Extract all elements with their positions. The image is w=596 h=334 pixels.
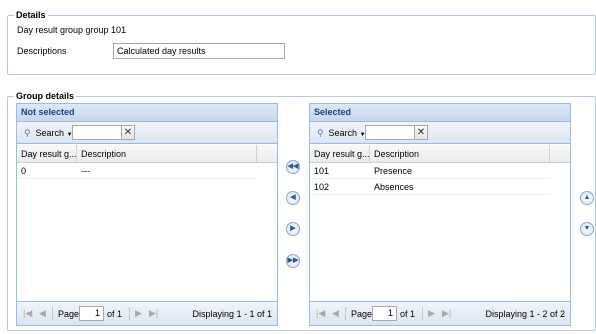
selected-search-input[interactable] bbox=[365, 125, 415, 140]
previous-page-icon[interactable]: ◀ bbox=[39, 307, 46, 319]
table-row[interactable]: 101 Presence bbox=[310, 163, 550, 179]
row-description: Presence bbox=[374, 166, 413, 176]
not-selected-search-input[interactable] bbox=[72, 125, 122, 140]
move-down-button[interactable]: ▼ bbox=[580, 222, 594, 236]
previous-page-icon[interactable]: ◀ bbox=[332, 307, 339, 319]
selected-toolbar: ⚲ Search ▼ ✕ bbox=[310, 122, 570, 144]
not-selected-clear-button[interactable]: ✕ bbox=[121, 125, 135, 140]
not-selected-pager: |◀ ◀ Page 1 of 1 ▶ ▶| Displaying 1 - 1 o… bbox=[17, 301, 277, 325]
move-left-button[interactable]: ◀ bbox=[286, 191, 300, 205]
right-arrow-icon: ▶ bbox=[290, 225, 296, 232]
move-up-button[interactable]: ▲ bbox=[580, 191, 594, 205]
row-code: 101 bbox=[314, 166, 330, 176]
last-page-icon[interactable]: ▶| bbox=[442, 307, 451, 319]
column-header-description[interactable]: Description bbox=[370, 145, 550, 163]
selected-grid-header: Day result g... Description bbox=[310, 145, 570, 163]
page-number-input[interactable]: 1 bbox=[79, 306, 104, 321]
page-number-input[interactable]: 1 bbox=[372, 306, 397, 321]
left-arrow-icon: ◀ bbox=[290, 194, 296, 201]
move-all-right-button[interactable]: ▶▶ bbox=[286, 254, 300, 268]
move-all-left-button[interactable]: ◀◀ bbox=[286, 160, 300, 174]
page-label: Page bbox=[58, 309, 80, 319]
not-selected-panel: Not selected ⚲ Search ▼ ✕ Day result g..… bbox=[16, 103, 278, 326]
paging-display-text: Displaying 1 - 1 of 1 bbox=[192, 309, 272, 319]
page-count: of 1 bbox=[107, 309, 123, 319]
selected-clear-button[interactable]: ✕ bbox=[414, 125, 428, 140]
first-page-icon[interactable]: |◀ bbox=[23, 307, 32, 319]
pager-separator bbox=[129, 307, 130, 320]
row-description: Absences bbox=[374, 182, 414, 192]
close-icon: ✕ bbox=[416, 127, 426, 138]
selected-panel: Selected ⚲ Search ▼ ✕ Day result g... De… bbox=[309, 103, 571, 326]
row-description: --- bbox=[81, 166, 90, 176]
group-name-text: Day result group group 101 bbox=[17, 25, 127, 35]
first-page-icon[interactable]: |◀ bbox=[316, 307, 325, 319]
page-count: of 1 bbox=[400, 309, 416, 319]
search-button-label: Search bbox=[328, 128, 358, 138]
selected-pager: |◀ ◀ Page 1 of 1 ▶ ▶| Displaying 1 - 2 o… bbox=[310, 301, 570, 325]
details-fieldset: Details bbox=[7, 10, 596, 75]
next-page-icon[interactable]: ▶ bbox=[135, 307, 142, 319]
paging-display-text: Displaying 1 - 2 of 2 bbox=[485, 309, 565, 319]
selected-search-button[interactable]: ⚲ Search ▼ bbox=[315, 126, 368, 140]
group-details-legend: Group details bbox=[14, 91, 77, 102]
table-row[interactable]: 0 --- bbox=[17, 163, 257, 179]
descriptions-label: Descriptions bbox=[17, 46, 67, 56]
selected-title: Selected bbox=[310, 104, 570, 122]
double-right-arrow-icon: ▶▶ bbox=[287, 257, 299, 264]
page-label: Page bbox=[351, 309, 373, 319]
close-icon: ✕ bbox=[123, 127, 133, 138]
pager-separator bbox=[422, 307, 423, 320]
move-right-button[interactable]: ▶ bbox=[286, 222, 300, 236]
not-selected-search-button[interactable]: ⚲ Search ▼ bbox=[22, 126, 75, 140]
search-icon: ⚲ bbox=[317, 128, 324, 138]
next-page-icon[interactable]: ▶ bbox=[428, 307, 435, 319]
search-icon: ⚲ bbox=[24, 128, 31, 138]
up-arrow-icon: ▲ bbox=[583, 194, 591, 201]
double-left-arrow-icon: ◀◀ bbox=[287, 163, 299, 170]
row-code: 0 bbox=[21, 166, 27, 176]
pager-separator bbox=[345, 307, 346, 320]
search-button-label: Search bbox=[35, 128, 65, 138]
row-code: 102 bbox=[314, 182, 330, 192]
table-row[interactable]: 102 Absences bbox=[310, 179, 550, 195]
not-selected-toolbar: ⚲ Search ▼ ✕ bbox=[17, 122, 277, 144]
column-header-code[interactable]: Day result g... bbox=[310, 145, 370, 163]
column-header-code[interactable]: Day result g... bbox=[17, 145, 77, 163]
down-arrow-icon: ▼ bbox=[583, 225, 591, 232]
not-selected-grid-header: Day result g... Description bbox=[17, 145, 277, 163]
last-page-icon[interactable]: ▶| bbox=[149, 307, 158, 319]
details-legend: Details bbox=[14, 10, 48, 21]
not-selected-title: Not selected bbox=[17, 104, 277, 122]
column-header-description[interactable]: Description bbox=[77, 145, 257, 163]
descriptions-input[interactable]: Calculated day results bbox=[113, 43, 285, 59]
pager-separator bbox=[52, 307, 53, 320]
